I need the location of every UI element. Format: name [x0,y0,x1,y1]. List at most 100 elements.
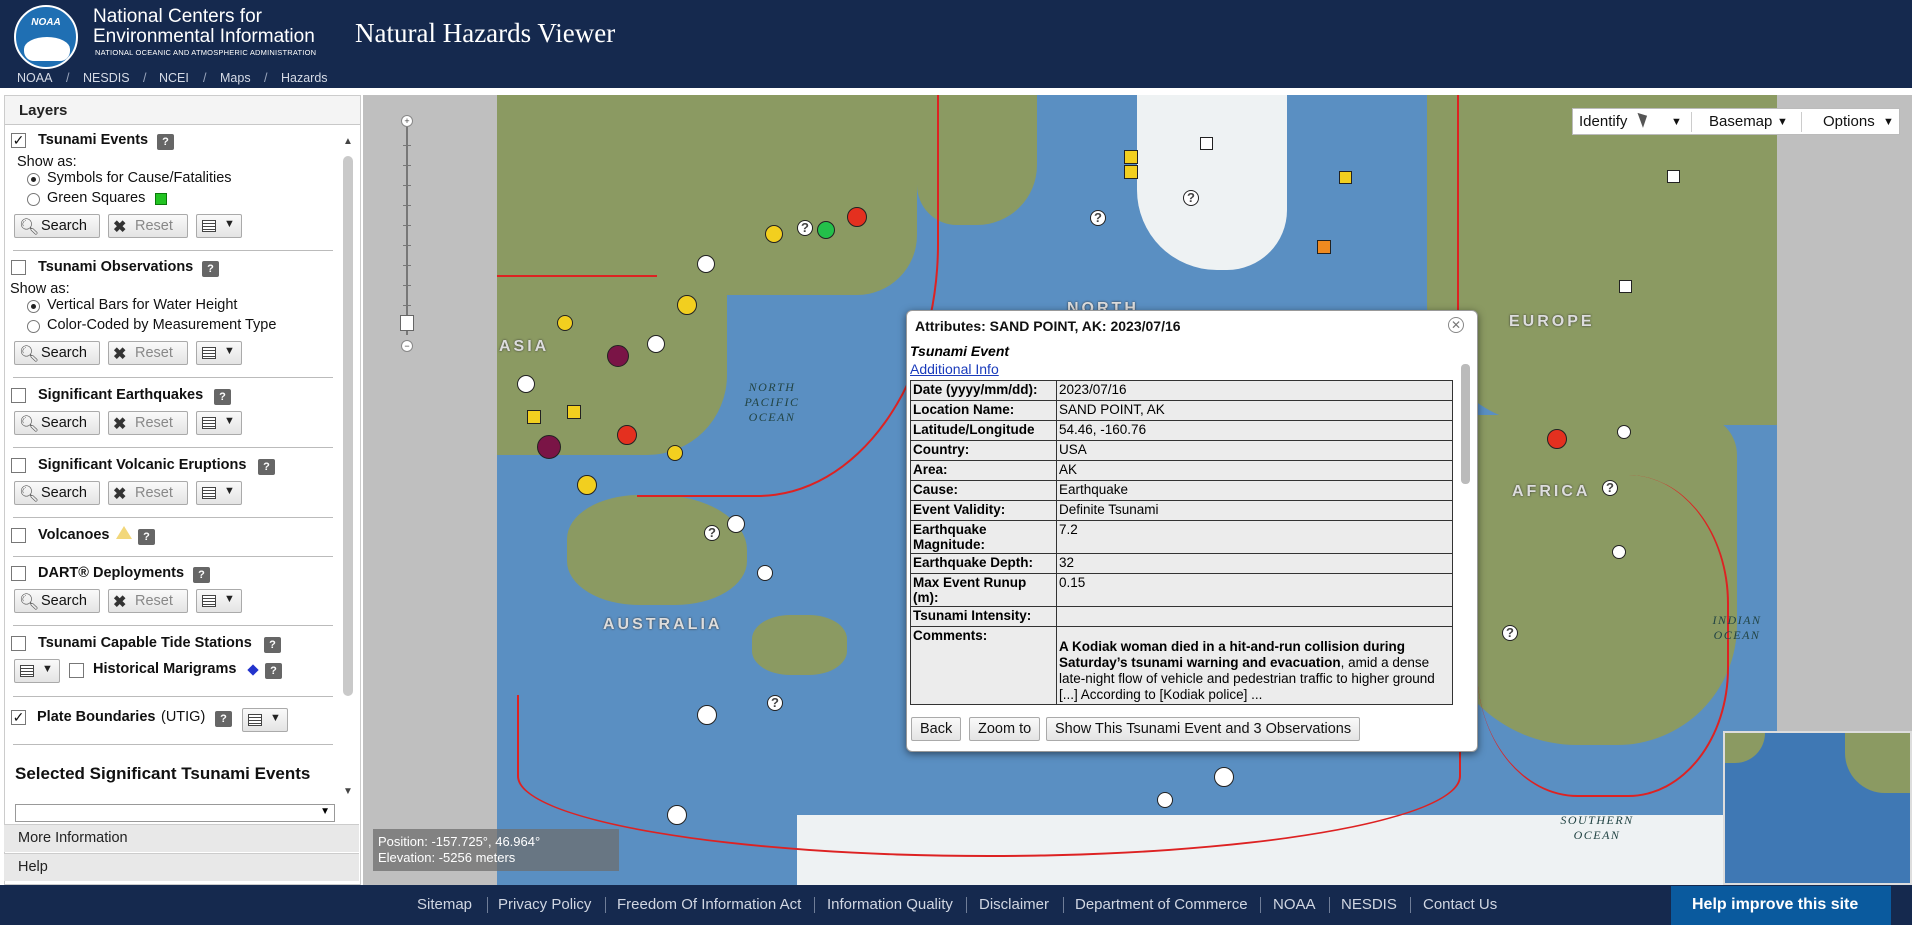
help-icon[interactable]: ? [258,459,275,475]
event-marker[interactable] [577,475,597,495]
tide-stations-checkbox[interactable] [11,636,26,651]
event-marker[interactable] [817,221,835,239]
significant-earthquakes-legend-menu[interactable]: ▼ [196,411,242,435]
breadcrumb-nesdis[interactable]: NESDIS [83,70,130,87]
dart-deployments-checkbox[interactable] [11,566,26,581]
breadcrumb-hazards[interactable]: Hazards [281,70,328,87]
footer-link-contact[interactable]: Contact Us [1423,896,1497,913]
event-marker-unknown[interactable]: ? [797,220,813,236]
event-marker-unknown[interactable]: ? [1183,190,1199,206]
event-marker-square[interactable] [1619,280,1632,293]
noaa-logo-icon[interactable]: NOAA [14,5,78,69]
zoom-in-icon[interactable]: + [401,115,413,127]
event-marker[interactable] [1547,429,1567,449]
options-button[interactable]: Options [1823,113,1875,130]
event-marker[interactable] [617,425,637,445]
scroll-up-icon[interactable]: ▲ [343,136,353,147]
event-marker-square[interactable] [1667,170,1680,183]
popup-scrollbar[interactable] [1459,349,1471,709]
tsunami-events-checkbox[interactable]: ✓ [11,133,26,148]
footer-link-foia[interactable]: Freedom Of Information Act [617,896,801,913]
color-coded-radio[interactable] [27,320,40,333]
event-marker[interactable] [1214,767,1234,787]
tsunami-observations-search-button[interactable]: 🔍︎ Search [14,341,100,365]
close-icon[interactable]: ✕ [1448,317,1464,333]
event-marker[interactable] [667,445,683,461]
help-icon[interactable]: ? [157,134,174,150]
panel-scrollbar[interactable]: ▲ ▼ [341,136,355,806]
green-squares-radio[interactable] [27,193,40,206]
zoom-out-icon[interactable]: − [401,340,413,352]
help-icon[interactable]: ? [215,711,232,727]
more-information-accordion[interactable]: More Information [4,824,359,852]
event-marker[interactable] [537,435,561,459]
footer-link-nesdis[interactable]: NESDIS [1341,896,1397,913]
event-marker[interactable] [557,315,573,331]
tide-stations-legend-menu[interactable]: ▼ [14,659,60,683]
event-marker[interactable] [647,335,665,353]
event-marker[interactable] [697,705,717,725]
event-marker[interactable] [677,295,697,315]
help-icon[interactable]: ? [202,261,219,277]
scrollbar-thumb[interactable] [1461,364,1470,484]
scrollbar-thumb[interactable] [343,156,353,696]
basemap-button[interactable]: Basemap [1709,113,1772,130]
event-marker[interactable] [1612,545,1626,559]
dart-search-button[interactable]: 🔍︎ Search [14,589,100,613]
significant-earthquakes-checkbox[interactable] [11,388,26,403]
tsunami-observations-legend-menu[interactable]: ▼ [196,341,242,365]
event-marker[interactable] [1617,425,1631,439]
tsunami-observations-reset-button[interactable]: ✖ Reset [108,341,188,365]
significant-earthquakes-search-button[interactable]: 🔍︎ Search [14,411,100,435]
event-marker[interactable] [765,225,783,243]
event-marker[interactable] [667,805,687,825]
event-marker-unknown[interactable]: ? [1090,210,1106,226]
scroll-down-icon[interactable]: ▼ [343,786,353,797]
event-marker[interactable] [727,515,745,533]
help-icon[interactable]: ? [265,663,282,679]
footer-link-disclaimer[interactable]: Disclaimer [979,896,1049,913]
dart-legend-menu[interactable]: ▼ [196,589,242,613]
event-marker-square[interactable] [1317,240,1331,254]
event-marker-square[interactable] [1200,137,1213,150]
footer-link-noaa[interactable]: NOAA [1273,896,1316,913]
zoom-slider-handle[interactable] [400,315,414,331]
plate-boundaries-checkbox[interactable]: ✓ [11,710,26,725]
event-marker[interactable] [847,207,867,227]
event-marker-square[interactable] [1124,165,1138,179]
breadcrumb-noaa[interactable]: NOAA [17,70,52,87]
tsunami-observations-checkbox[interactable] [11,260,26,275]
historical-marigrams-checkbox[interactable] [69,663,84,678]
significant-earthquakes-reset-button[interactable]: ✖ Reset [108,411,188,435]
footer-link-commerce[interactable]: Department of Commerce [1075,896,1248,913]
volcanoes-checkbox[interactable] [11,528,26,543]
footer-link-sitemap[interactable]: Sitemap [417,896,472,913]
chevron-down-icon[interactable]: ▼ [1671,116,1682,128]
event-marker-square[interactable] [1339,171,1352,184]
event-marker[interactable] [757,565,773,581]
identify-button[interactable]: Identify [1579,113,1627,130]
vertical-bars-radio[interactable] [27,300,40,313]
footer-link-info-quality[interactable]: Information Quality [827,896,953,913]
additional-info-link[interactable]: Additional Info [910,361,999,377]
event-marker-unknown[interactable]: ? [767,695,783,711]
dart-reset-button[interactable]: ✖ Reset [108,589,188,613]
event-marker[interactable] [607,345,629,367]
help-icon[interactable]: ? [138,529,155,545]
event-marker[interactable] [517,375,535,393]
event-marker-unknown[interactable]: ? [1502,625,1518,641]
event-marker-unknown[interactable]: ? [1602,480,1618,496]
plate-boundaries-legend-menu[interactable]: ▼ [242,708,288,732]
event-marker-square[interactable] [1124,150,1138,164]
breadcrumb-ncei[interactable]: NCEI [159,70,189,87]
overview-map[interactable] [1723,731,1912,885]
footer-link-privacy[interactable]: Privacy Policy [498,896,591,913]
event-marker-square[interactable] [567,405,581,419]
significant-volcanic-search-button[interactable]: 🔍︎ Search [14,481,100,505]
event-marker[interactable] [1157,792,1173,808]
chevron-down-icon[interactable]: ▼ [1883,116,1894,128]
zoom-slider[interactable]: + − [400,115,414,355]
tsunami-events-reset-button[interactable]: ✖ Reset [108,214,188,238]
help-icon[interactable]: ? [214,389,231,405]
show-event-observations-button[interactable]: Show This Tsunami Event and 3 Observatio… [1046,717,1361,741]
